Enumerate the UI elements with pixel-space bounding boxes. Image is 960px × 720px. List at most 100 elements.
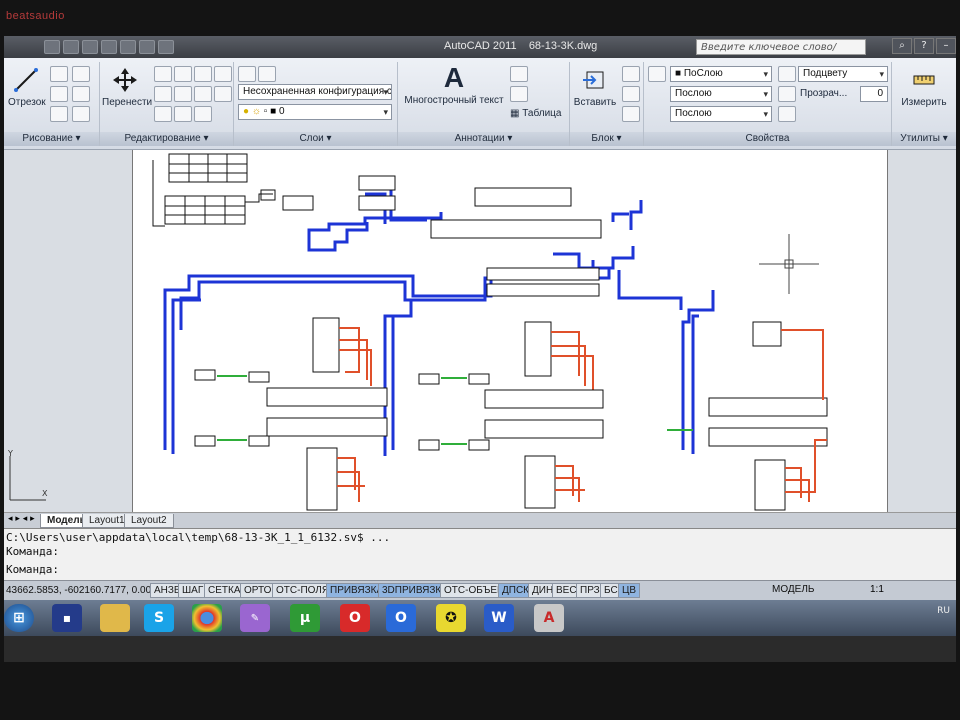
block-panel-title[interactable]: Блок ▾ [570, 132, 643, 146]
modify-panel-title[interactable]: Редактирование ▾ [100, 132, 233, 146]
open-icon[interactable] [63, 40, 79, 54]
color-select[interactable]: ■ ПоСлою [670, 66, 772, 82]
autocad-icon[interactable]: A [534, 604, 564, 632]
draw-panel: Отрезок Рисование ▾ [4, 62, 100, 146]
properties-panel: ■ ПоСлою Послою Послою Подцвету Прозрач.… [644, 62, 892, 146]
status-toggle[interactable]: ОРТО [240, 583, 276, 598]
mtext-button[interactable]: A Многострочный текст [402, 64, 506, 107]
measure-button[interactable]: Измерить [894, 66, 954, 108]
block-attribute-icon[interactable] [622, 106, 640, 122]
trim-icon[interactable] [174, 66, 192, 82]
batman-icon[interactable]: ✪ [436, 604, 466, 632]
circle-icon[interactable] [72, 66, 90, 82]
save-disk-icon[interactable]: ▪ [52, 604, 82, 632]
search-input[interactable]: Введите ключевое слово/фразу [696, 39, 866, 69]
saveas-icon[interactable] [101, 40, 117, 54]
copy-icon[interactable] [154, 86, 172, 102]
mirror-icon[interactable] [174, 86, 192, 102]
leader-icon[interactable] [510, 86, 528, 102]
model-space-button[interactable]: МОДЕЛЬ [772, 584, 814, 595]
insert-label: Вставить [573, 97, 617, 108]
array-icon[interactable] [194, 106, 212, 122]
explode-icon[interactable] [214, 66, 232, 82]
create-block-icon[interactable] [622, 66, 640, 82]
pinnacle-icon[interactable]: ✎ [240, 604, 270, 632]
chrome-icon[interactable] [192, 604, 222, 632]
layers-panel-title[interactable]: Слои ▾ [234, 132, 397, 146]
drawing-area[interactable]: Y X [4, 150, 956, 512]
line-icon [14, 68, 38, 92]
lightbulb-icon: ● [243, 106, 250, 117]
plot-icon[interactable] [158, 40, 174, 54]
arc-icon[interactable] [50, 86, 68, 102]
search-icon[interactable]: ⌕ [892, 38, 912, 54]
new-icon[interactable] [44, 40, 60, 54]
status-bar: 43662.5853, -602160.7177, 0.0000 АНЗВ ШАГ… [4, 580, 956, 600]
match-properties-icon[interactable] [648, 66, 666, 82]
lineweight-select[interactable]: Послою [670, 86, 772, 102]
linetype-select[interactable]: Послою [670, 106, 772, 122]
plotstyle-select[interactable]: Подцвету [798, 66, 888, 82]
transparency-input[interactable]: 0 [860, 86, 888, 102]
fillet-icon[interactable] [194, 86, 212, 102]
draw-panel-title[interactable]: Рисование ▾ [4, 132, 99, 146]
layer-select[interactable]: ● ☼ ▫ ■ 0 [238, 104, 392, 120]
crosshair-cursor [759, 234, 819, 294]
opera-next-icon[interactable]: O [386, 604, 416, 632]
scale-icon[interactable] [174, 106, 192, 122]
edit-block-icon[interactable] [622, 86, 640, 102]
tab-nav-arrows[interactable]: ◂ ▸ ◂ ▸ [8, 514, 35, 524]
move-button[interactable]: Перенести [102, 66, 152, 108]
layer-config-select[interactable]: Несохраненная конфигурация сл [238, 84, 392, 100]
polyline-icon[interactable] [50, 66, 68, 82]
help-icon[interactable]: ? [914, 38, 934, 54]
tray-language[interactable]: RU [937, 606, 950, 616]
folder-icon[interactable] [100, 604, 130, 632]
ellipse-icon[interactable] [72, 106, 90, 122]
properties-panel-title[interactable]: Свойства [644, 132, 891, 146]
rotate-icon[interactable] [154, 66, 172, 82]
status-toggle[interactable]: ЦВ [618, 583, 641, 598]
rectangle-icon[interactable] [72, 86, 90, 102]
save-icon[interactable] [82, 40, 98, 54]
screen: AutoCAD 2011 68-13-3K.dwg Введите ключев… [4, 36, 956, 662]
line-button[interactable]: Отрезок [8, 66, 46, 108]
hatch-icon[interactable] [50, 106, 68, 122]
svg-text:Y: Y [7, 450, 13, 458]
opera-icon[interactable]: O [340, 604, 370, 632]
layer-freeze-icon[interactable] [778, 106, 796, 122]
print-icon[interactable] [778, 66, 796, 82]
table-button[interactable]: ▦ Таблица [510, 108, 568, 119]
erase-icon[interactable] [194, 66, 212, 82]
insert-button[interactable]: Вставить [572, 66, 618, 108]
command-window[interactable]: C:\Users\user\appdata\local\temp\68-13-3… [4, 528, 956, 580]
layer-properties-icon[interactable] [238, 66, 256, 82]
controller-box [282, 195, 314, 211]
word-icon[interactable]: W [484, 604, 514, 632]
lock-icon: ▫ [263, 106, 268, 117]
undo-icon[interactable] [120, 40, 136, 54]
file-name: 68-13-3K.dwg [528, 40, 598, 52]
status-toggle[interactable]: СЕТКА [204, 583, 245, 598]
stretch-icon[interactable] [154, 106, 172, 122]
minimize-icon[interactable]: – [936, 38, 956, 54]
utorrent-icon[interactable]: µ [290, 604, 320, 632]
windows-taskbar: ⊞ ▪ S ✎ µ O O ✪ W A RU [4, 600, 956, 636]
status-toggle[interactable]: ШАГ [178, 583, 208, 598]
skype-icon[interactable]: S [144, 604, 174, 632]
annotation-scale[interactable]: 1:1 [870, 584, 884, 595]
layers-panel: Несохраненная конфигурация сл ● ☼ ▫ ■ 0 … [234, 62, 398, 146]
list-icon[interactable] [778, 86, 796, 102]
offset-icon[interactable] [214, 86, 232, 102]
window-title: AutoCAD 2011 68-13-3K.dwg [444, 40, 597, 52]
tab-layout2[interactable]: Layout2 [124, 514, 174, 528]
dimension-icon[interactable] [510, 66, 528, 82]
command-input[interactable]: Команда: [4, 563, 59, 576]
drawing-sheet[interactable] [132, 150, 888, 512]
annotation-panel-title[interactable]: Аннотации ▾ [398, 132, 569, 146]
utilities-panel-title[interactable]: Утилиты ▾ [892, 132, 956, 146]
layer-state-icon[interactable] [258, 66, 276, 82]
start-orb-icon[interactable]: ⊞ [4, 604, 34, 632]
redo-icon[interactable] [139, 40, 155, 54]
connector-box [260, 189, 276, 201]
